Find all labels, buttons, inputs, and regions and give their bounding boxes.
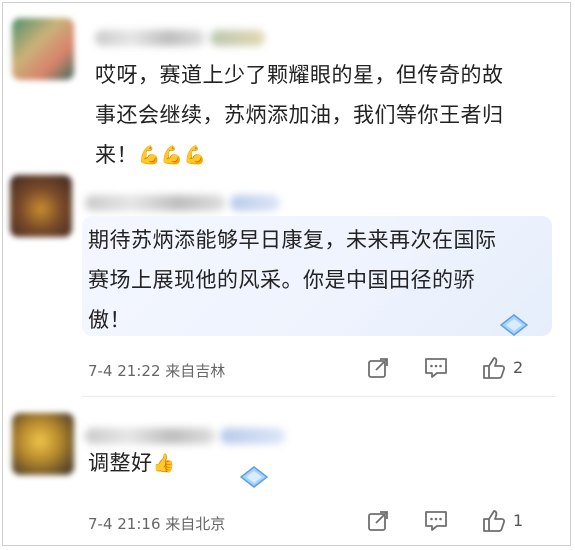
comment-text-3: 调整好👍 [88,443,388,484]
diamond-icon [500,314,528,336]
comment-line-end: 来！ [95,143,138,167]
comment-icon[interactable] [423,509,449,533]
thumbs-up-emoji: 👍 [152,453,176,474]
comment-icon[interactable] [423,356,449,380]
thumbs-up-icon[interactable] [481,508,507,534]
comment-line: 来！💪💪💪 [95,135,555,176]
username-blurred[interactable] [85,428,215,444]
flexed-biceps-emoji: 💪💪💪 [138,145,207,166]
divider [82,396,555,397]
username-blurred[interactable] [95,30,205,46]
username-blurred[interactable] [85,195,225,211]
user-badge-blurred [230,195,280,211]
comment-line: 哎呀，赛道上少了颗耀眼的星，但传奇的故 [95,63,504,87]
diamond-icon [240,466,268,488]
comment-line: 事还会继续，苏炳添加油，我们等你王者归 [95,103,504,127]
like-count: 2 [513,358,524,377]
user-badge-blurred [220,428,285,444]
comment-meta: 7-4 21:16 来自北京 [88,515,226,533]
comment-text-1: 哎呀，赛道上少了颗耀眼的星，但传奇的故 事还会继续，苏炳添加油，我们等你王者归 … [95,55,555,176]
comment-meta: 7-4 21:22 来自吉林 [88,362,226,380]
comment-text-2: 期待苏炳添能够早日康复，未来再次在国际 赛场上展现他的风采。你是中国田径的骄 傲… [88,220,548,340]
thumbs-up-icon[interactable] [481,355,507,381]
avatar[interactable] [10,175,72,237]
comment-line: 调整好 [88,451,153,475]
share-icon[interactable] [366,509,390,533]
like-count: 1 [513,511,524,530]
share-icon[interactable] [366,356,390,380]
avatar[interactable] [12,413,74,475]
user-badge-blurred [210,30,265,46]
comment-line: 傲！ [88,308,131,332]
comment-line: 期待苏炳添能够早日康复，未来再次在国际 [88,228,497,252]
comment-line: 赛场上展现他的风采。你是中国田径的骄 [88,268,475,292]
avatar[interactable] [12,18,74,80]
